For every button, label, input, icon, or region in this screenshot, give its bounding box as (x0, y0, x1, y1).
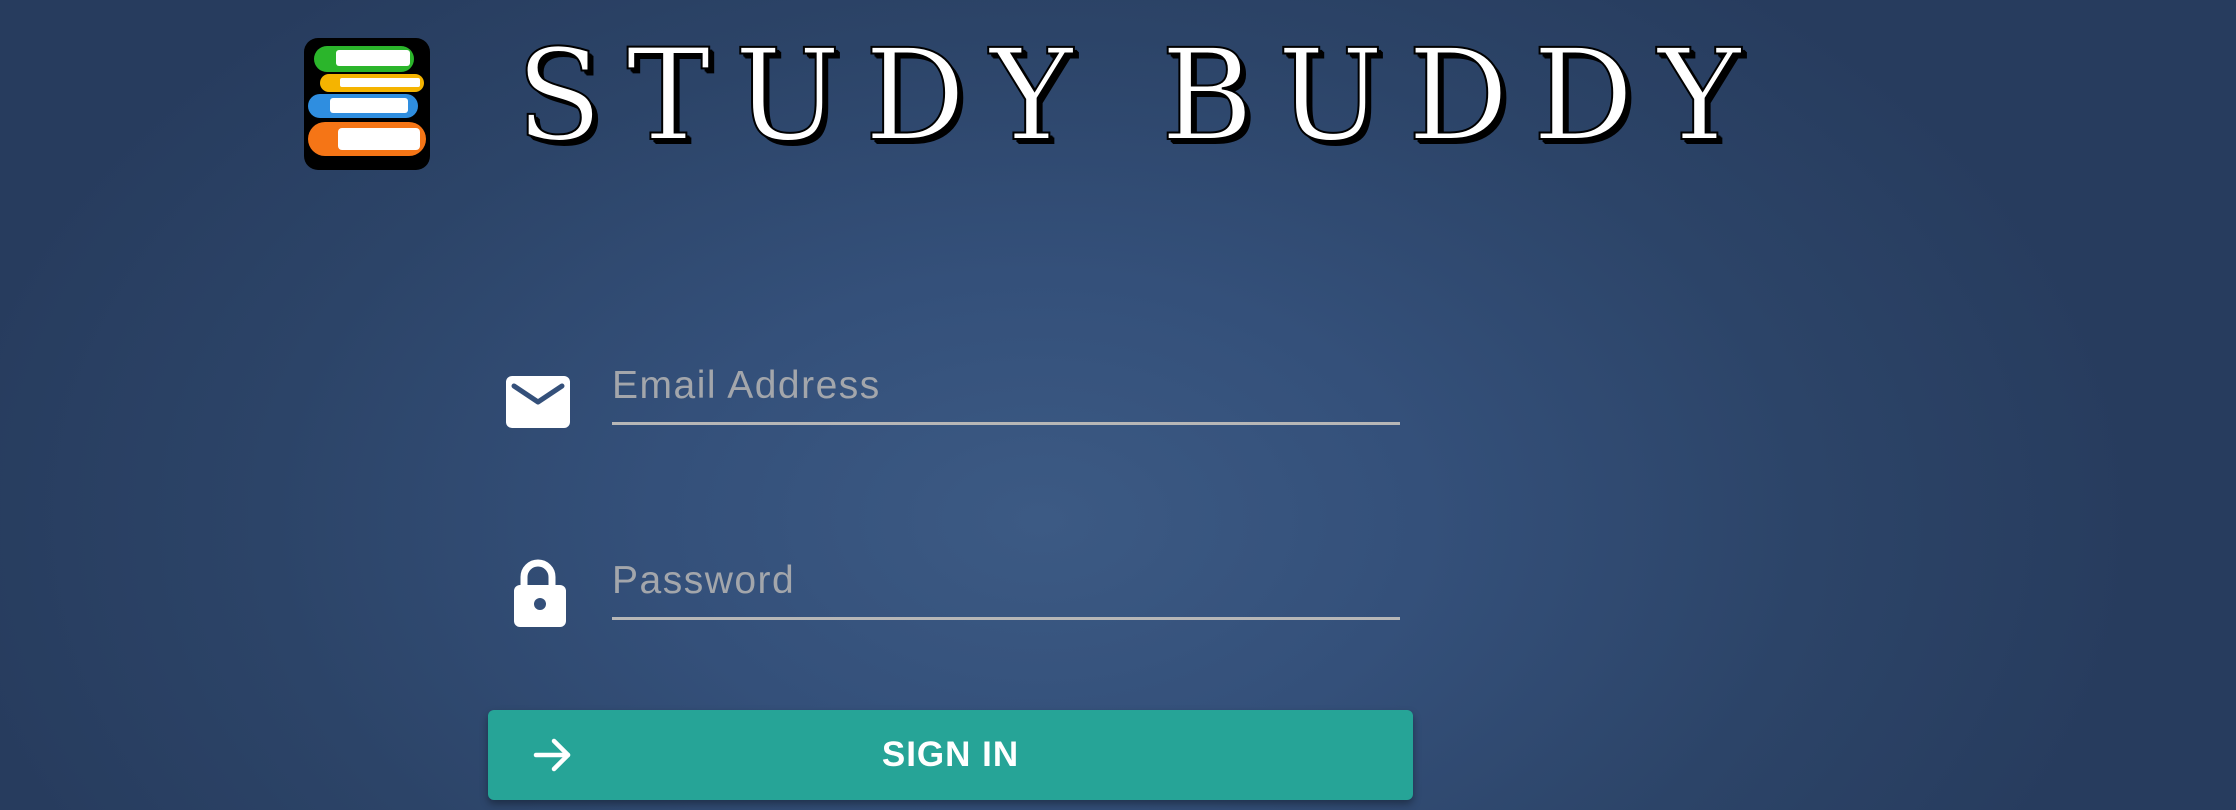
envelope-icon (506, 376, 570, 428)
password-field-row (490, 535, 1410, 645)
lock-icon (514, 559, 566, 627)
email-field-row (490, 340, 1410, 450)
sign-in-label: SIGN IN (881, 735, 1020, 774)
app-title: STUDY BUDDY (515, 22, 1765, 169)
books-stack-icon (304, 38, 430, 170)
sign-in-button[interactable]: SIGN IN (488, 710, 1413, 800)
password-input[interactable] (612, 545, 1400, 620)
email-input[interactable] (612, 350, 1400, 425)
